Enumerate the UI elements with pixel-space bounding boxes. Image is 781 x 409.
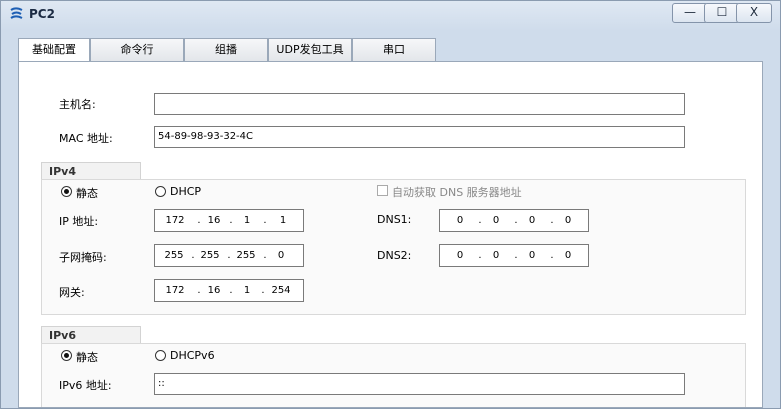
minimize-button[interactable]: — xyxy=(672,3,708,23)
app-logo-icon xyxy=(10,7,23,19)
tab-udp-tool[interactable]: UDP发包工具 xyxy=(268,38,352,61)
dns2-octet-2: 0 xyxy=(492,250,500,261)
dns1-octet-2: 0 xyxy=(492,215,500,226)
tab-serial-port[interactable]: 串口 xyxy=(352,38,436,61)
maximize-button[interactable]: ☐ xyxy=(704,3,740,23)
ipv4-dhcp-radio[interactable] xyxy=(155,186,166,197)
maximize-icon: ☐ xyxy=(716,5,728,19)
dns2-input[interactable]: 0 . 0 . 0 . 0 xyxy=(439,244,589,267)
mask-octet-2: 255 xyxy=(200,250,220,261)
ipv6-address-label: IPv6 地址: xyxy=(59,379,112,392)
dns2-octet-1: 0 xyxy=(456,250,464,261)
ipv6-static-radio[interactable] xyxy=(61,350,72,361)
basic-config-panel: 主机名: MAC 地址: 54-89-98-93-32-4C IPv4 配置 静… xyxy=(18,61,763,408)
gw-octet-3: 1 xyxy=(243,285,251,296)
subnet-mask-label: 子网掩码: xyxy=(59,251,107,264)
mask-octet-3: 255 xyxy=(236,250,256,261)
ip-address-input[interactable]: 172 . 16 . 1 . 1 xyxy=(154,209,304,232)
dns1-label: DNS1: xyxy=(377,213,412,226)
gw-octet-4: 254 xyxy=(271,285,291,296)
dns1-octet-4: 0 xyxy=(564,215,572,226)
auto-dns-checkbox[interactable] xyxy=(377,185,388,196)
minimize-icon: — xyxy=(684,5,696,19)
ipv6-dhcp-radio[interactable] xyxy=(155,350,166,361)
mask-octet-4: 0 xyxy=(277,250,285,261)
ip-octet-2: 16 xyxy=(207,215,221,226)
ip-octet-3: 1 xyxy=(243,215,251,226)
tab-basic-config[interactable]: 基础配置 xyxy=(18,38,90,63)
auto-dns-label: 自动获取 DNS 服务器地址 xyxy=(392,186,522,199)
gateway-input[interactable]: 172 . 16 . 1 . 254 xyxy=(154,279,304,302)
ipv4-static-radio[interactable] xyxy=(61,186,72,197)
window-title: PC2 xyxy=(29,7,55,21)
dns2-octet-4: 0 xyxy=(564,250,572,261)
hostname-label: 主机名: xyxy=(59,98,96,111)
close-icon: X xyxy=(749,5,759,19)
mac-label: MAC 地址: xyxy=(59,132,113,145)
gw-octet-1: 172 xyxy=(165,285,185,296)
ipv6-static-label: 静态 xyxy=(76,351,98,364)
dns1-octet-3: 0 xyxy=(528,215,536,226)
tab-multicast[interactable]: 组播 xyxy=(184,38,268,61)
dns2-octet-3: 0 xyxy=(528,250,536,261)
dns2-label: DNS2: xyxy=(377,249,412,262)
hostname-input[interactable] xyxy=(154,93,685,115)
subnet-mask-input[interactable]: 255 . 255 . 255 . 0 xyxy=(154,244,304,267)
dns1-input[interactable]: 0 . 0 . 0 . 0 xyxy=(439,209,589,232)
close-button[interactable]: X xyxy=(736,3,772,23)
ip-address-label: IP 地址: xyxy=(59,215,99,228)
ip-octet-4: 1 xyxy=(279,215,287,226)
gateway-label: 网关: xyxy=(59,286,85,299)
mask-octet-1: 255 xyxy=(164,250,184,261)
mac-address-field: 54-89-98-93-32-4C xyxy=(154,126,685,148)
ipv6-address-input[interactable]: :: xyxy=(154,373,685,395)
pc2-config-window: PC2 — ☐ X 基础配置 命令行 组播 UDP发包工具 串口 主机名: MA… xyxy=(0,0,781,409)
tab-command-line[interactable]: 命令行 xyxy=(90,38,184,61)
ipv4-dhcp-label: DHCP xyxy=(170,185,202,198)
title-bar[interactable]: PC2 — ☐ X xyxy=(1,1,780,27)
ipv4-static-label: 静态 xyxy=(76,187,98,200)
ip-octet-1: 172 xyxy=(165,215,185,226)
gw-octet-2: 16 xyxy=(207,285,221,296)
dns1-octet-1: 0 xyxy=(456,215,464,226)
ipv6-dhcp-label: DHCPv6 xyxy=(170,349,215,362)
